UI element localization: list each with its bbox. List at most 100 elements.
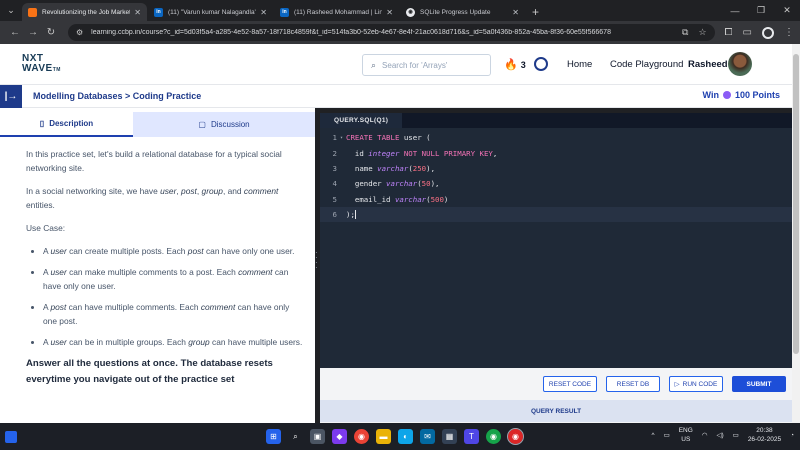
chat-icon: ▢ <box>198 120 206 129</box>
line-number: 1 <box>332 133 337 143</box>
sidebar-icon[interactable]: ▭ <box>743 27 752 38</box>
file-explorer-icon[interactable]: ▬ <box>376 429 391 444</box>
close-window-icon[interactable]: ✕ <box>774 0 800 21</box>
breadcrumb-bar: |→ Modelling Databases > Coding Practice… <box>0 84 792 108</box>
new-tab-icon[interactable]: + <box>532 3 539 21</box>
streak-counter[interactable]: 🔥 3 <box>504 58 526 71</box>
user-name[interactable]: Rasheed <box>688 59 728 70</box>
scrollbar-thumb[interactable] <box>793 54 799 354</box>
more-menu-icon[interactable]: ⋮ <box>784 27 794 38</box>
search-input[interactable]: ⌕ Search for 'Arrays' <box>362 54 491 76</box>
pane-resize-handle[interactable]: · · · · <box>315 249 318 272</box>
list-item: A user can create multiple posts. Each p… <box>43 244 305 258</box>
keyboard-icon[interactable]: ▭ <box>664 431 670 439</box>
nxtwave-favicon-icon <box>28 7 37 17</box>
address-bar[interactable]: ⚙ learning.ccbp.in/course?c_id=5d03f5a4-… <box>68 24 715 41</box>
close-tab-icon[interactable]: ✕ <box>134 8 141 17</box>
profile-icon[interactable] <box>762 26 774 39</box>
breadcrumb[interactable]: Modelling Databases > Coding Practice <box>33 91 201 101</box>
photos-icon[interactable]: ▦ <box>442 429 457 444</box>
query-file-tab[interactable]: QUERY.SQL(Q1) <box>320 113 403 128</box>
win-points-badge: Win 100 Points <box>703 90 780 100</box>
back-icon[interactable]: ← <box>6 27 24 38</box>
task-view-icon[interactable]: ▣ <box>310 429 325 444</box>
nxtwave-logo[interactable]: NXT WAVETM <box>22 53 61 75</box>
battery-icon[interactable]: ▭ <box>733 431 739 439</box>
reset-db-button[interactable]: RESET DB <box>606 376 660 392</box>
browser-tab-1[interactable]: in (11) "Varun kumar Nalagandla" ✕ <box>148 3 273 21</box>
search-icon: ⌕ <box>371 59 377 70</box>
reset-code-button[interactable]: RESET CODE <box>543 376 597 392</box>
browser-tab-3[interactable]: ◉ SQLite Progress Update ✕ <box>400 3 525 21</box>
query-result-bar[interactable]: QUERY RESULT <box>320 400 792 422</box>
window-controls: — ❐ ✕ <box>722 0 800 21</box>
teams-work-icon[interactable]: T <box>464 429 479 444</box>
line-number: 5 <box>332 194 337 204</box>
widgets-icon[interactable] <box>5 430 17 443</box>
list-item: A user can make multiple comments to a p… <box>43 265 305 293</box>
outlook-icon[interactable]: ✉ <box>420 429 435 444</box>
logo-line-2: WAVE <box>22 62 53 74</box>
tab-label: Description <box>49 119 94 128</box>
timer-icon[interactable] <box>534 57 548 71</box>
chrome-favicon-icon: ◉ <box>406 7 415 17</box>
language-indicator[interactable]: ENG US <box>679 426 693 444</box>
volume-icon[interactable]: ◁) <box>716 431 723 439</box>
win-label: Win <box>702 90 719 100</box>
browser-tab-2[interactable]: in (11) Rasheed Mohammad | Link ✕ <box>274 3 399 21</box>
description-pane: ▯ Description ▢ Discussion In this pract… <box>0 108 315 423</box>
avatar[interactable] <box>728 52 752 76</box>
page-scrollbar[interactable] <box>792 44 800 423</box>
notifications-icon[interactable]: ◔ <box>790 432 794 439</box>
maximize-icon[interactable]: ❐ <box>748 0 774 21</box>
line-number: 4 <box>332 179 337 189</box>
description-content: In this practice set, let's build a rela… <box>0 137 315 388</box>
browser-tab-0[interactable]: Revolutionizing the Job Market ✕ <box>22 3 147 21</box>
wifi-icon[interactable]: ◠ <box>702 431 708 439</box>
intro-paragraph: In this practice set, let's build a rela… <box>26 149 282 173</box>
site-info-icon[interactable]: ⚙ <box>76 28 83 37</box>
browser-tab-strip: ⌄ Revolutionizing the Job Market ✕ in (1… <box>0 0 800 21</box>
url-text: learning.ccbp.in/course?c_id=5d03f5a4-a2… <box>91 29 611 36</box>
entities-paragraph: In a social networking site, we have use… <box>26 186 279 210</box>
run-code-label: RUN CODE <box>682 380 718 388</box>
site-header: NXT WAVETM ⌕ Search for 'Arrays' 🔥 3 Hom… <box>0 44 792 85</box>
taskbar-search-icon[interactable]: ⌕ <box>288 429 303 444</box>
forward-icon[interactable]: → <box>24 27 42 38</box>
close-tab-icon[interactable]: ✕ <box>386 8 393 17</box>
close-tab-icon[interactable]: ✕ <box>512 8 519 17</box>
tab-discussion[interactable]: ▢ Discussion <box>133 112 315 137</box>
chrome-profile-icon[interactable]: ◉ <box>486 429 501 444</box>
logo-tm: TM <box>52 66 61 73</box>
tab-search-icon[interactable]: ⌄ <box>0 0 22 21</box>
tab-title: Revolutionizing the Job Market <box>42 8 131 16</box>
bookmark-star-icon[interactable]: ☆ <box>698 27 706 38</box>
code-playground-link[interactable]: Code Playground <box>610 59 683 70</box>
tab-description[interactable]: ▯ Description <box>0 112 133 137</box>
minimize-icon[interactable]: — <box>722 0 748 21</box>
home-link[interactable]: Home <box>567 59 592 70</box>
chrome-active-icon[interactable]: ◉ <box>507 428 524 445</box>
extensions-icon[interactable]: ⧠ <box>725 27 733 38</box>
run-code-button[interactable]: ▷ RUN CODE <box>669 376 723 392</box>
clock[interactable]: 20:38 26-02-2025 <box>748 426 781 444</box>
chrome-icon[interactable]: ◉ <box>354 429 369 444</box>
close-tab-icon[interactable]: ✕ <box>260 8 267 17</box>
tab-title: (11) Rasheed Mohammad | Link <box>294 8 383 16</box>
submit-button[interactable]: SUBMIT <box>732 376 786 392</box>
sql-code-editor[interactable]: 1 ▾ CREATE TABLE user ( 2 id integer NOT N… <box>320 128 792 368</box>
sidebar-toggle-icon[interactable]: |→ <box>0 84 22 108</box>
reload-icon[interactable]: ↻ <box>42 27 60 38</box>
teams-icon[interactable]: ◆ <box>332 429 347 444</box>
tray-chevron-icon[interactable]: ^ <box>652 432 655 439</box>
edge-icon[interactable]: ◐ <box>398 429 413 444</box>
line-number: 3 <box>332 163 337 173</box>
open-in-app-icon[interactable]: ⧉ <box>682 27 688 38</box>
system-tray: ^ ▭ ENG US ◠ ◁) ▭ 20:38 26-02-2025 ◔ <box>652 426 795 444</box>
windows-start-icon[interactable]: ⊞ <box>266 429 281 444</box>
line-number: 2 <box>332 148 337 158</box>
editor-pane: QUERY.SQL(Q1) 1 ▾ CREATE TABLE user ( 2 id… <box>320 113 792 423</box>
document-icon: ▯ <box>39 119 45 128</box>
linkedin-favicon-icon: in <box>280 7 289 17</box>
win-points: 100 Points <box>734 90 780 100</box>
